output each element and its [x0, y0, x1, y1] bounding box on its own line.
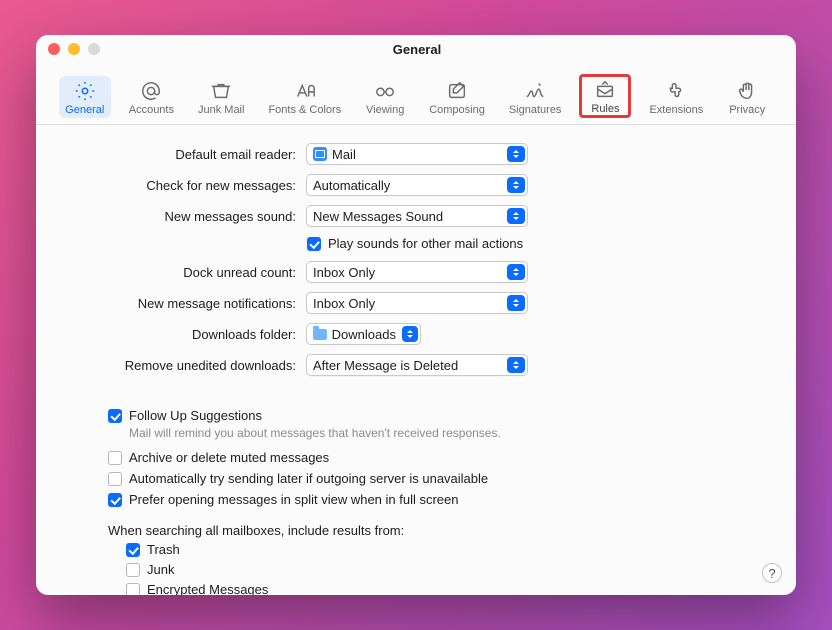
tab-signatures[interactable]: Signatures — [503, 76, 568, 118]
select-value: Inbox Only — [313, 296, 375, 311]
new-messages-sound-label: New messages sound: — [64, 209, 296, 224]
tab-rules[interactable]: Rules — [579, 74, 631, 118]
tab-label: Privacy — [729, 104, 765, 116]
include-encrypted-label: Encrypted Messages — [147, 582, 268, 595]
select-value: Downloads — [332, 327, 396, 342]
tab-label: Composing — [429, 104, 485, 116]
tab-composing[interactable]: Composing — [423, 76, 491, 118]
gear-icon — [72, 80, 98, 102]
include-trash-checkbox[interactable] — [126, 543, 140, 557]
at-icon — [138, 80, 164, 102]
tab-label: General — [65, 104, 104, 116]
content-pane: Default email reader: Mail Check for new… — [36, 125, 796, 595]
check-new-messages-select[interactable]: Automatically — [306, 174, 528, 196]
folder-icon — [313, 329, 327, 340]
trash-icon — [208, 80, 234, 102]
split-view-label: Prefer opening messages in split view wh… — [129, 492, 459, 507]
play-sounds-label: Play sounds for other mail actions — [328, 236, 523, 251]
downloads-folder-label: Downloads folder: — [64, 327, 296, 342]
titlebar: General — [36, 35, 796, 63]
retry-sending-checkbox[interactable] — [108, 472, 122, 486]
tab-extensions[interactable]: Extensions — [643, 76, 709, 118]
tab-label: Rules — [591, 103, 619, 115]
hand-icon — [734, 80, 760, 102]
new-message-notifications-select[interactable]: Inbox Only — [306, 292, 528, 314]
split-view-checkbox[interactable] — [108, 493, 122, 507]
compose-icon — [444, 80, 470, 102]
archive-muted-label: Archive or delete muted messages — [129, 450, 329, 465]
tab-label: Extensions — [649, 104, 703, 116]
tab-label: Junk Mail — [198, 104, 244, 116]
toolbar: General Accounts Junk Mail Fonts & Color… — [36, 63, 796, 125]
new-messages-sound-select[interactable]: New Messages Sound — [306, 205, 528, 227]
signature-icon — [522, 80, 548, 102]
tab-label: Signatures — [509, 104, 562, 116]
include-junk-label: Junk — [147, 562, 174, 577]
downloads-folder-select[interactable]: Downloads — [306, 323, 421, 345]
tab-label: Fonts & Colors — [268, 104, 341, 116]
tab-junk-mail[interactable]: Junk Mail — [192, 76, 250, 118]
tab-label: Viewing — [366, 104, 404, 116]
glasses-icon — [372, 80, 398, 102]
help-button[interactable]: ? — [762, 563, 782, 583]
chevron-updown-icon — [507, 295, 525, 311]
tab-viewing[interactable]: Viewing — [359, 76, 411, 118]
select-value: New Messages Sound — [313, 209, 443, 224]
search-heading: When searching all mailboxes, include re… — [108, 523, 768, 538]
fonts-icon — [292, 80, 318, 102]
archive-muted-checkbox[interactable] — [108, 451, 122, 465]
chevron-updown-icon — [507, 177, 525, 193]
remove-unedited-downloads-select[interactable]: After Message is Deleted — [306, 354, 528, 376]
check-new-messages-label: Check for new messages: — [64, 178, 296, 193]
select-value: Inbox Only — [313, 265, 375, 280]
follow-up-suggestions-label: Follow Up Suggestions — [129, 408, 262, 423]
rules-icon — [592, 79, 618, 101]
window-title: General — [50, 42, 784, 57]
follow-up-hint: Mail will remind you about messages that… — [129, 426, 768, 440]
chevron-updown-icon — [507, 146, 525, 162]
chevron-updown-icon — [507, 357, 525, 373]
follow-up-suggestions-checkbox[interactable] — [108, 409, 122, 423]
tab-fonts-colors[interactable]: Fonts & Colors — [262, 76, 347, 118]
default-email-reader-label: Default email reader: — [64, 147, 296, 162]
default-email-reader-select[interactable]: Mail — [306, 143, 528, 165]
retry-sending-label: Automatically try sending later if outgo… — [129, 471, 488, 486]
include-trash-label: Trash — [147, 542, 180, 557]
chevron-updown-icon — [402, 326, 418, 342]
remove-unedited-downloads-label: Remove unedited downloads: — [64, 358, 296, 373]
tab-privacy[interactable]: Privacy — [721, 76, 773, 118]
tab-general[interactable]: General — [59, 76, 111, 118]
chevron-updown-icon — [507, 264, 525, 280]
mail-app-icon — [313, 147, 327, 161]
preferences-window: General General Accounts Junk Mail Fonts… — [36, 35, 796, 595]
dock-unread-count-label: Dock unread count: — [64, 265, 296, 280]
select-value: After Message is Deleted — [313, 358, 458, 373]
select-value: Mail — [332, 147, 356, 162]
tab-label: Accounts — [129, 104, 174, 116]
help-label: ? — [768, 566, 775, 581]
include-junk-checkbox[interactable] — [126, 563, 140, 577]
play-sounds-checkbox[interactable] — [307, 237, 321, 251]
select-value: Automatically — [313, 178, 390, 193]
include-encrypted-checkbox[interactable] — [126, 583, 140, 595]
new-message-notifications-label: New message notifications: — [64, 296, 296, 311]
chevron-updown-icon — [507, 208, 525, 224]
tab-accounts[interactable]: Accounts — [123, 76, 180, 118]
puzzle-icon — [663, 80, 689, 102]
dock-unread-count-select[interactable]: Inbox Only — [306, 261, 528, 283]
